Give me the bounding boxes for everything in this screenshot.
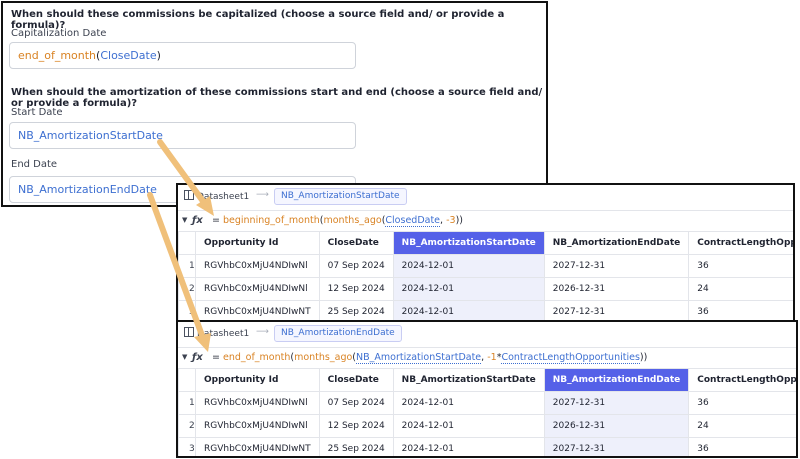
annotation-arrows [147, 139, 214, 352]
orange-arrow-icon [147, 192, 211, 352]
orange-arrow-icon [157, 139, 214, 216]
